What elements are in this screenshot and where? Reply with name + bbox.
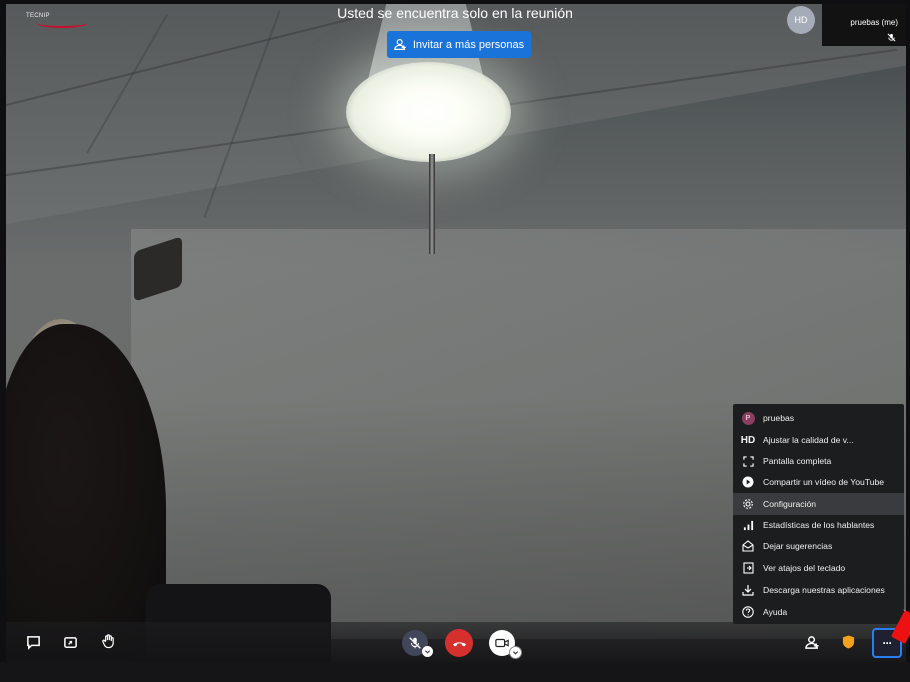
- meeting-window: TECNIP Usted se encuentra solo en la reu…: [0, 0, 910, 682]
- menu-item-label: Ayuda: [763, 607, 788, 617]
- security-options-button[interactable]: [839, 632, 857, 652]
- chat-button[interactable]: [24, 633, 42, 651]
- feedback-icon: [742, 540, 754, 552]
- menu-item-label: Dejar sugerencias: [763, 541, 833, 551]
- menu-item-help[interactable]: Ayuda: [733, 601, 904, 623]
- menu-item-share-youtube[interactable]: Compartir un vídeo de YouTube: [733, 471, 904, 493]
- more-options-menu: P pruebas HD Ajustar la calidad de v... …: [733, 404, 904, 624]
- download-icon: [742, 585, 754, 596]
- chevron-down-icon: [424, 650, 431, 654]
- invite-label: Invitar a más personas: [412, 38, 525, 51]
- security-shield-icon: [842, 635, 854, 649]
- menu-item-label: Descarga nuestras aplicaciones: [763, 585, 885, 595]
- menu-item-keyboard-shortcuts[interactable]: Ver atajos del teclado: [733, 557, 904, 579]
- invite-people-button[interactable]: Invitar a más personas: [387, 31, 531, 58]
- participant-avatar[interactable]: HD: [787, 6, 815, 34]
- menu-item-settings[interactable]: Configuración: [733, 493, 904, 515]
- screen-share-icon: [63, 636, 77, 648]
- menu-item-label: Configuración: [763, 499, 817, 509]
- menu-item-video-quality[interactable]: HD Ajustar la calidad de v...: [733, 429, 904, 451]
- hangup-icon: [452, 641, 466, 646]
- keyboard-shortcuts-icon: [742, 562, 754, 574]
- bottom-strip: [0, 662, 910, 682]
- menu-item-feedback[interactable]: Dejar sugerencias: [733, 535, 904, 557]
- menu-item-download-apps[interactable]: Descarga nuestras aplicaciones: [733, 579, 904, 601]
- more-options-icon: ···: [882, 636, 893, 650]
- menu-item-fullscreen[interactable]: Pantalla completa: [733, 450, 904, 472]
- profile-avatar-icon: P: [741, 411, 755, 425]
- invite-people-icon: [804, 635, 819, 649]
- chat-icon: [26, 635, 40, 650]
- hd-icon: HD: [740, 434, 756, 446]
- mic-muted-icon: [887, 33, 896, 42]
- menu-item-label: Ajustar la calidad de v...: [763, 435, 854, 445]
- menu-item-speaker-stats[interactable]: Estadísticas de los hablantes: [733, 514, 904, 536]
- mic-options-button[interactable]: [422, 646, 433, 657]
- local-video-thumbnail[interactable]: pruebas (me): [822, 4, 906, 46]
- chevron-down-icon: [512, 651, 519, 655]
- menu-item-label: Pantalla completa: [763, 456, 832, 466]
- menu-item-label: Ver atajos del teclado: [763, 563, 846, 573]
- camera-icon: [495, 638, 509, 648]
- meeting-status-text: Usted se encuentra solo en la reunión: [337, 5, 573, 21]
- menu-item-profile[interactable]: P pruebas: [733, 407, 904, 429]
- menu-item-label: pruebas: [763, 413, 795, 423]
- gear-icon: [743, 499, 753, 509]
- stats-icon: [743, 520, 753, 530]
- lamp-rod: [429, 154, 435, 254]
- meeting-toolbar: ···: [6, 622, 906, 662]
- camera-options-button[interactable]: [509, 646, 522, 659]
- thumbnail-name: pruebas (me): [850, 18, 898, 27]
- menu-item-label: Estadísticas de los hablantes: [763, 520, 875, 530]
- microphone-muted-icon: [409, 637, 421, 649]
- play-icon: [742, 476, 754, 488]
- raise-hand-icon: [101, 634, 114, 649]
- ceiling-lamp: [346, 62, 511, 162]
- raise-hand-button[interactable]: [99, 632, 117, 650]
- screen-share-button[interactable]: [61, 633, 79, 651]
- hangup-button[interactable]: [445, 629, 473, 657]
- add-person-icon: [394, 39, 406, 50]
- help-icon: [742, 606, 754, 618]
- menu-item-label: Compartir un vídeo de YouTube: [763, 477, 885, 487]
- invite-people-toolbar-button[interactable]: [803, 633, 821, 651]
- fullscreen-icon: [742, 455, 754, 467]
